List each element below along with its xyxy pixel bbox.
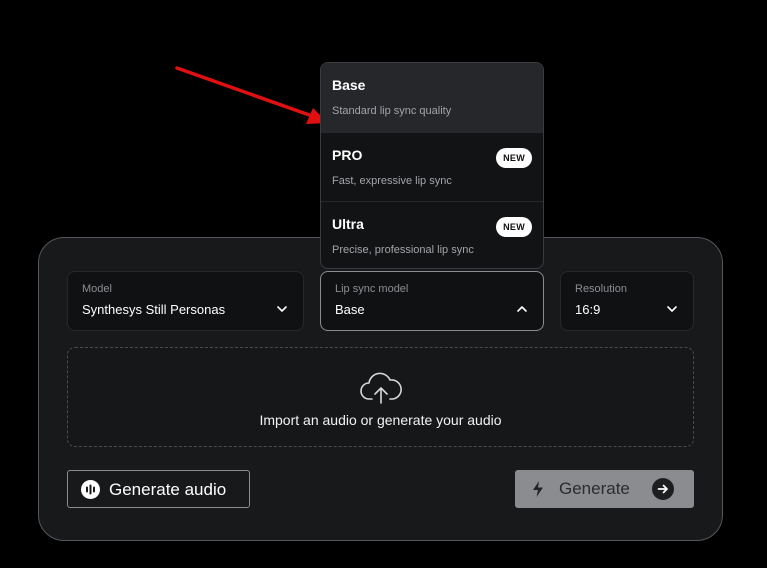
model-label: Model <box>82 283 112 295</box>
lipsync-option-pro[interactable]: PRO NEW Fast, expressive lip sync <box>321 132 543 201</box>
lipsync-select[interactable]: Lip sync model Base <box>320 271 544 331</box>
annotation-arrow <box>175 66 328 124</box>
generate-audio-label: Generate audio <box>109 480 227 499</box>
generate-button[interactable]: Generate <box>515 470 694 508</box>
model-select[interactable]: Model Synthesys Still Personas <box>67 271 304 331</box>
option-description: Precise, professional lip sync <box>332 244 474 256</box>
audio-wave-icon <box>81 480 100 499</box>
lipsync-label: Lip sync model <box>335 283 409 295</box>
new-badge: NEW <box>496 217 532 237</box>
lipsync-option-base[interactable]: Base Standard lip sync quality <box>321 63 543 132</box>
generate-audio-button[interactable]: Generate audio <box>67 470 250 508</box>
resolution-label: Resolution <box>575 283 627 295</box>
option-description: Standard lip sync quality <box>332 105 452 117</box>
option-title: Base <box>332 77 366 93</box>
upload-prompt-text: Import an audio or generate your audio <box>259 412 502 428</box>
screen: Model Synthesys Still Personas Lip sync … <box>0 0 767 568</box>
new-badge: NEW <box>496 148 532 168</box>
model-value: Synthesys Still Personas <box>82 302 226 317</box>
lipsync-dropdown-menu: Base Standard lip sync quality PRO NEW F… <box>320 62 544 269</box>
audio-upload-dropzone[interactable]: Import an audio or generate your audio <box>67 347 694 447</box>
option-title: Ultra <box>332 216 364 232</box>
lightning-icon <box>533 481 543 497</box>
chevron-up-icon <box>517 306 527 312</box>
resolution-value: 16:9 <box>575 302 601 317</box>
option-title: PRO <box>332 147 363 163</box>
option-description: Fast, expressive lip sync <box>332 175 452 187</box>
resolution-select[interactable]: Resolution 16:9 <box>560 271 694 331</box>
lipsync-option-ultra[interactable]: Ultra NEW Precise, professional lip sync <box>321 201 543 268</box>
chevron-down-icon <box>667 306 677 312</box>
generate-label: Generate <box>559 479 630 498</box>
arrow-right-icon <box>652 478 674 500</box>
cloud-upload-icon <box>360 372 402 404</box>
lipsync-value: Base <box>335 302 365 317</box>
chevron-down-icon <box>277 306 287 312</box>
